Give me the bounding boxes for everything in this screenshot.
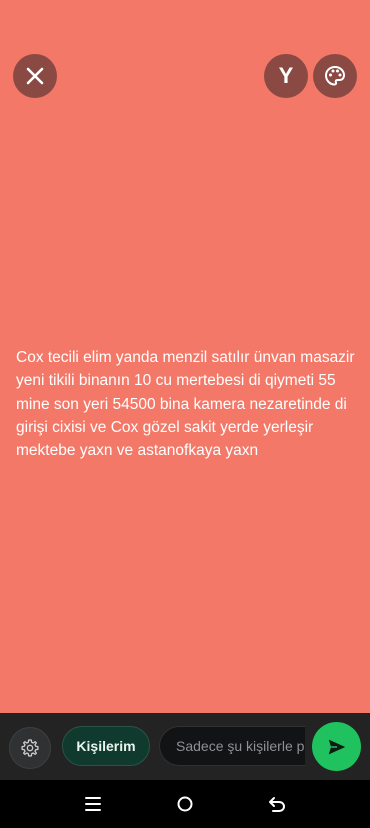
system-navigation-bar <box>0 780 370 828</box>
audience-selector[interactable]: Sadece şu kişilerle p <box>159 726 305 766</box>
status-canvas[interactable]: Y Cox tecili elim yanda menzil satılır ü… <box>0 0 370 713</box>
back-button[interactable] <box>265 792 289 816</box>
menu-icon <box>85 797 101 811</box>
audience-chip-label: Kişilerim <box>76 738 136 754</box>
font-style-button[interactable]: Y <box>264 54 308 98</box>
close-icon <box>26 67 44 85</box>
palette-icon <box>324 65 346 86</box>
close-button[interactable] <box>13 54 57 98</box>
back-icon <box>269 797 286 812</box>
bottom-bar: Kişilerim Sadece şu kişilerle p <box>0 713 370 780</box>
home-icon <box>177 796 193 812</box>
status-text[interactable]: Cox tecili elim yanda menzil satılır ünv… <box>16 346 356 462</box>
audience-chip[interactable]: Kişilerim <box>62 726 150 766</box>
send-button[interactable] <box>312 722 361 771</box>
audience-selector-placeholder: Sadece şu kişilerle p <box>176 738 305 754</box>
font-style-label: Y <box>278 63 294 88</box>
gear-icon <box>21 739 39 757</box>
recent-apps-button[interactable] <box>81 792 105 816</box>
color-palette-button[interactable] <box>313 54 357 98</box>
send-icon <box>328 739 345 754</box>
home-button[interactable] <box>173 792 197 816</box>
settings-button[interactable] <box>9 727 51 769</box>
